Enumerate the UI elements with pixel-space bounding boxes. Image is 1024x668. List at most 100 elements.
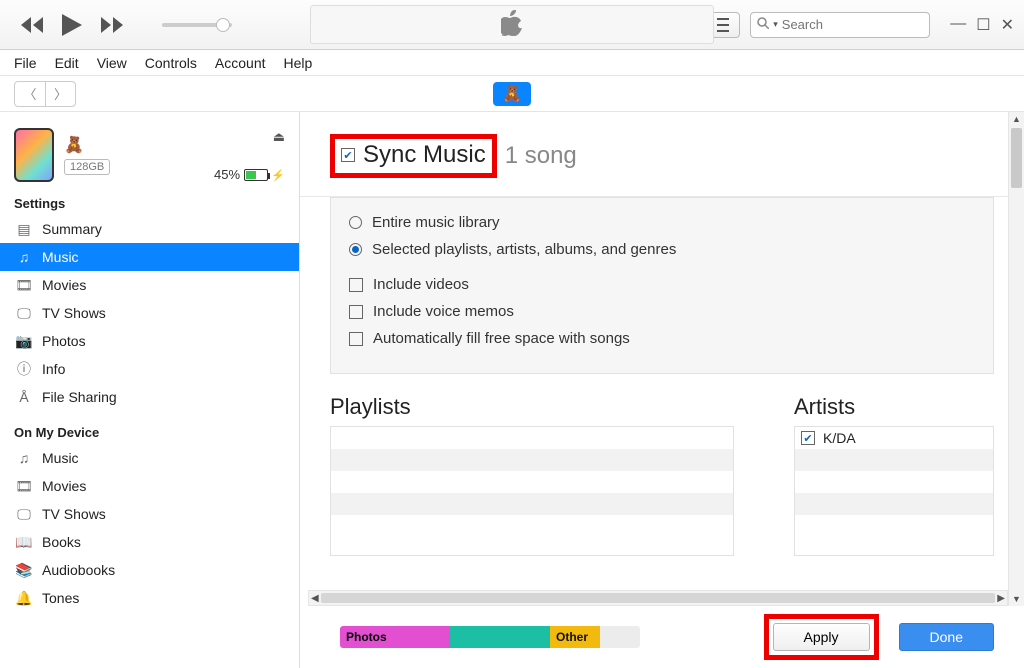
filesharing-icon: Å: [14, 389, 34, 405]
menu-account[interactable]: Account: [215, 55, 266, 71]
movies-icon: 🎞: [14, 277, 34, 294]
main-panel: ✔ Sync Music 1 song Entire music library…: [300, 112, 1024, 668]
sidebar-item-music[interactable]: ♫Music: [0, 243, 299, 271]
storage-chip: 128GB: [64, 159, 110, 175]
label-entire-library: Entire music library: [372, 214, 500, 231]
menu-view[interactable]: View: [97, 55, 127, 71]
camera-icon: 📷: [14, 333, 34, 350]
usage-segment-other: Other: [550, 626, 600, 648]
search-icon: [757, 17, 769, 32]
device-icon: 🧸: [502, 84, 522, 104]
sidebar-device-tones[interactable]: 🔔Tones: [0, 584, 299, 612]
artist-row[interactable]: ✔ K/DA: [795, 427, 993, 449]
storage-usage-bar: Photos Other: [340, 626, 640, 648]
back-button[interactable]: 〈: [15, 82, 45, 106]
menu-bar: File Edit View Controls Account Help: [0, 50, 1024, 76]
volume-slider[interactable]: [162, 23, 232, 27]
battery-percent: 45%: [214, 167, 240, 182]
apply-button[interactable]: Apply: [773, 623, 870, 651]
scroll-left-icon[interactable]: ◀: [311, 593, 319, 604]
radio-selected-items[interactable]: [349, 243, 362, 256]
horizontal-scrollbar[interactable]: ◀ ▶: [308, 590, 1008, 606]
sidebar-device-music[interactable]: ♫Music: [0, 444, 299, 472]
sync-options-box: Entire music library Selected playlists,…: [330, 197, 994, 374]
playlists-heading: Playlists: [330, 394, 734, 420]
sidebar-item-photos[interactable]: 📷Photos: [0, 327, 299, 355]
label-selected-items: Selected playlists, artists, albums, and…: [372, 241, 676, 258]
sidebar-item-movies[interactable]: 🎞Movies: [0, 271, 299, 299]
search-field[interactable]: ▾: [750, 12, 930, 38]
playlists-list[interactable]: [330, 426, 734, 556]
artists-heading: Artists: [794, 394, 994, 420]
label-autofill: Automatically fill free space with songs: [373, 330, 630, 347]
checkbox-autofill[interactable]: ✔: [349, 332, 363, 346]
checkbox-include-voice-memos[interactable]: ✔: [349, 305, 363, 319]
device-info: 🧸 128GB ⏏ 45% ⚡: [0, 112, 299, 192]
previous-button[interactable]: [20, 17, 44, 33]
highlight-apply: Apply: [764, 614, 879, 660]
maximize-button[interactable]: ☐: [976, 15, 990, 35]
sidebar-item-filesharing[interactable]: ÅFile Sharing: [0, 383, 299, 411]
summary-icon: ▤: [14, 221, 34, 238]
sync-music-checkbox[interactable]: ✔: [341, 148, 355, 162]
info-icon: ⓘ: [14, 359, 34, 379]
navigation-row: 〈 〉 🧸: [0, 76, 1024, 112]
close-button[interactable]: ✕: [1001, 15, 1014, 35]
song-count: 1 song: [505, 142, 577, 170]
checkbox-include-videos[interactable]: ✔: [349, 278, 363, 292]
device-name-icon: 🧸: [64, 137, 84, 154]
sidebar-device-tvshows[interactable]: 🖵TV Shows: [0, 500, 299, 528]
chevron-down-icon: ▾: [773, 19, 778, 30]
sidebar-section-settings: Settings: [0, 192, 299, 215]
scroll-right-icon[interactable]: ▶: [997, 593, 1005, 604]
label-include-videos: Include videos: [373, 276, 469, 293]
minimize-button[interactable]: —: [950, 15, 966, 35]
eject-button[interactable]: ⏏: [273, 129, 285, 145]
charging-icon: ⚡: [271, 170, 285, 182]
footer-bar: Photos Other Apply Done: [300, 606, 1024, 668]
search-input[interactable]: [782, 17, 958, 32]
label-include-voice-memos: Include voice memos: [373, 303, 514, 320]
device-thumbnail-icon: [14, 128, 54, 182]
menu-controls[interactable]: Controls: [145, 55, 197, 71]
sidebar-item-info[interactable]: ⓘInfo: [0, 355, 299, 383]
menu-file[interactable]: File: [14, 55, 37, 71]
movies-icon: 🎞: [14, 478, 34, 495]
menu-help[interactable]: Help: [284, 55, 313, 71]
play-button[interactable]: [62, 14, 82, 36]
apple-logo-icon: [501, 10, 523, 39]
tones-icon: 🔔: [14, 590, 34, 607]
vertical-scrollbar[interactable]: ▲ ▼: [1008, 112, 1024, 606]
menu-edit[interactable]: Edit: [55, 55, 79, 71]
now-playing-display: [310, 5, 714, 44]
sidebar-device-books[interactable]: 📖Books: [0, 528, 299, 556]
artist-checkbox[interactable]: ✔: [801, 431, 815, 445]
music-icon: ♫: [14, 249, 34, 265]
usage-segment-photos: Photos: [340, 626, 450, 648]
artist-name: K/DA: [823, 430, 856, 446]
sync-music-title: Sync Music: [363, 141, 486, 169]
tv-icon: 🖵: [14, 506, 34, 523]
books-icon: 📖: [14, 534, 34, 551]
sidebar-device-audiobooks[interactable]: 📚Audiobooks: [0, 556, 299, 584]
sidebar-item-tvshows[interactable]: 🖵TV Shows: [0, 299, 299, 327]
music-icon: ♫: [14, 450, 34, 466]
sidebar-item-summary[interactable]: ▤Summary: [0, 215, 299, 243]
sidebar: 🧸 128GB ⏏ 45% ⚡ Settings ▤Summary ♫Music…: [0, 112, 300, 668]
usage-segment-apps: [450, 626, 550, 648]
sidebar-section-device: On My Device: [0, 421, 299, 444]
next-button[interactable]: [100, 17, 124, 33]
artists-list[interactable]: ✔ K/DA: [794, 426, 994, 556]
scroll-up-icon[interactable]: ▲: [1009, 112, 1024, 126]
done-button[interactable]: Done: [899, 623, 994, 651]
tv-icon: 🖵: [14, 305, 34, 322]
sidebar-device-movies[interactable]: 🎞Movies: [0, 472, 299, 500]
device-tab[interactable]: 🧸: [493, 82, 531, 106]
forward-button[interactable]: 〉: [45, 82, 75, 106]
usage-segment-free: [600, 626, 640, 648]
battery-icon: [244, 169, 268, 181]
radio-entire-library[interactable]: [349, 216, 362, 229]
scroll-down-icon[interactable]: ▼: [1009, 592, 1024, 606]
player-toolbar: ▾ — ☐ ✕: [0, 0, 1024, 50]
audiobooks-icon: 📚: [14, 562, 34, 579]
